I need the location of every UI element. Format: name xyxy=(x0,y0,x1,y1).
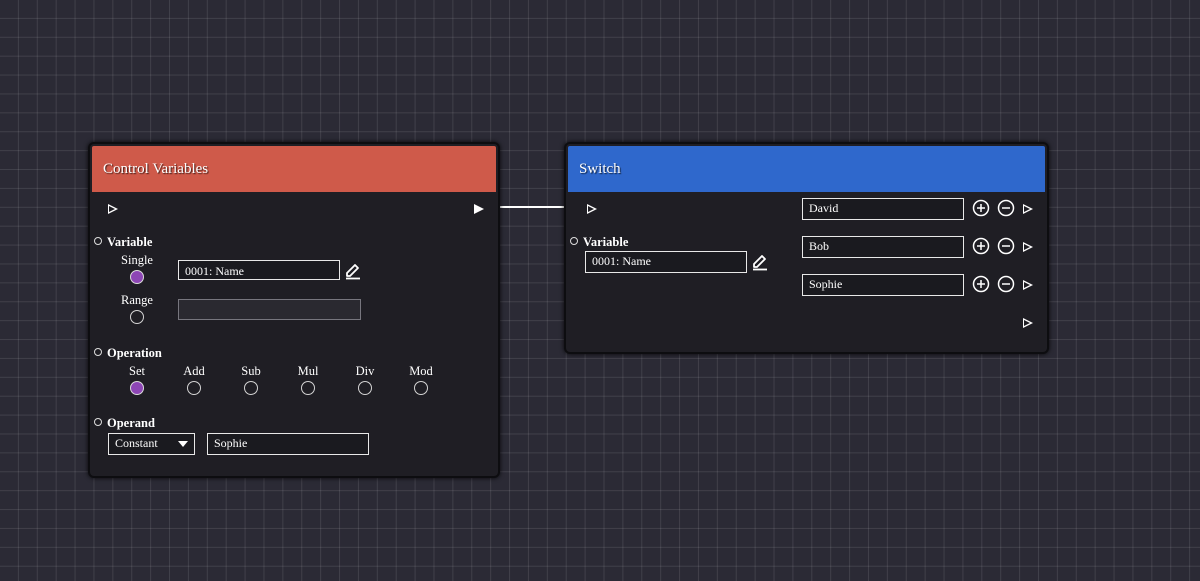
case-field[interactable]: David xyxy=(802,198,964,220)
operation-label-mod: Mod xyxy=(409,364,433,378)
data-port-icon[interactable] xyxy=(94,348,102,356)
range-variable-field[interactable] xyxy=(178,299,361,320)
range-label: Range xyxy=(121,293,153,307)
case-field[interactable]: Sophie xyxy=(802,274,964,296)
case-output-port-icon[interactable] xyxy=(1023,204,1033,214)
operation-label-div: Div xyxy=(355,364,375,378)
operation-radio-add[interactable] xyxy=(187,381,201,395)
operation-radio-div[interactable] xyxy=(358,381,372,395)
data-port-icon[interactable] xyxy=(94,237,102,245)
switch-variable-field[interactable]: 0001: Name xyxy=(585,251,747,273)
switch-node[interactable]: Switch Variable 0001: Name David Bob Sop… xyxy=(564,142,1049,354)
add-case-icon[interactable] xyxy=(972,237,990,255)
case-output-port-icon[interactable] xyxy=(1023,242,1033,252)
case-field[interactable]: Bob xyxy=(802,236,964,258)
operand-value-field[interactable]: Sophie xyxy=(207,433,369,455)
operand-section-label: Operand xyxy=(94,416,155,431)
operation-label-mul: Mul xyxy=(297,364,319,378)
node-title: Switch xyxy=(579,161,621,177)
single-radio[interactable] xyxy=(130,270,144,284)
operation-radio-set[interactable] xyxy=(130,381,144,395)
edit-pencil-icon[interactable] xyxy=(751,253,769,271)
node-header[interactable]: Switch xyxy=(568,146,1045,192)
node-header[interactable]: Control Variables xyxy=(92,146,496,192)
data-port-icon[interactable] xyxy=(570,237,578,245)
case-output-port-icon[interactable] xyxy=(1023,280,1033,290)
variable-section-label: Variable xyxy=(94,235,152,250)
variable-section-label: Variable xyxy=(570,235,628,250)
flow-output-port-icon[interactable] xyxy=(474,204,484,214)
flow-input-port-icon[interactable] xyxy=(587,204,597,214)
single-label: Single xyxy=(121,253,153,267)
chevron-down-icon xyxy=(178,441,188,447)
operation-section-label: Operation xyxy=(94,346,162,361)
add-case-icon[interactable] xyxy=(972,199,990,217)
operand-type-value: Constant xyxy=(115,436,158,450)
operation-radio-sub[interactable] xyxy=(244,381,258,395)
control-variables-node[interactable]: Control Variables Variable Single 0001: … xyxy=(88,142,500,478)
range-radio[interactable] xyxy=(130,310,144,324)
flow-input-port-icon[interactable] xyxy=(108,204,118,214)
default-output-port-icon[interactable] xyxy=(1023,318,1033,328)
data-port-icon[interactable] xyxy=(94,418,102,426)
edit-pencil-icon[interactable] xyxy=(344,262,362,280)
remove-case-icon[interactable] xyxy=(997,237,1015,255)
operand-type-select[interactable]: Constant xyxy=(108,433,195,455)
add-case-icon[interactable] xyxy=(972,275,990,293)
operation-radio-mul[interactable] xyxy=(301,381,315,395)
operation-label-sub: Sub xyxy=(241,364,261,378)
remove-case-icon[interactable] xyxy=(997,275,1015,293)
operation-radio-mod[interactable] xyxy=(414,381,428,395)
remove-case-icon[interactable] xyxy=(997,199,1015,217)
operation-label-add: Add xyxy=(183,364,205,378)
single-variable-field[interactable]: 0001: Name xyxy=(178,260,340,280)
operation-label-set: Set xyxy=(129,364,145,378)
node-title: Control Variables xyxy=(103,161,209,177)
